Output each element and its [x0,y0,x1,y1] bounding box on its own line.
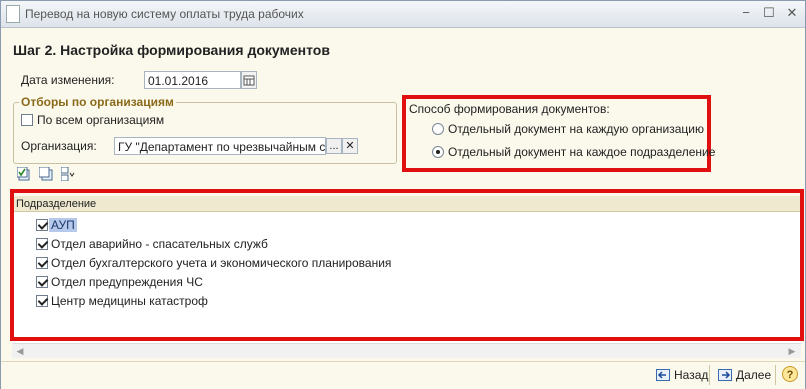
org-clear-button[interactable]: ✕ [342,138,358,154]
footer-separator [709,365,710,385]
change-date-input[interactable]: 01.01.2016 [144,71,241,89]
maximize-button[interactable]: ☐ [761,5,777,21]
footer-separator [775,365,776,385]
close-button[interactable]: ✕ [784,5,800,21]
radio-per-organization[interactable] [432,123,444,135]
radio-per-organization-label: Отдельный документ на каждую организацию [448,122,704,136]
org-select-button[interactable]: ... [326,138,342,154]
invert-check-icon[interactable] [61,167,75,181]
doc-method-title: Способ формирования документов: [409,102,610,116]
dialog-window: Перевод на новую систему оплаты труда ра… [0,0,806,389]
radio-per-department-label: Отдельный документ на каждое подразделен… [448,145,716,159]
document-icon [6,5,20,23]
scroll-left-icon[interactable]: ◀ [14,345,26,357]
uncheck-all-icon[interactable] [39,167,53,181]
calendar-icon [243,75,255,86]
step-title: Шаг 2. Настройка формирования документов [13,42,330,58]
back-button[interactable]: Назад [656,366,708,384]
next-arrow-icon [718,369,732,381]
scroll-right-icon[interactable]: ▶ [786,345,798,357]
next-button[interactable]: Далее [718,366,771,384]
list-highlight [10,189,804,341]
horizontal-scrollbar[interactable]: ◀ ▶ [12,343,801,358]
title-bar: Перевод на новую систему оплаты труда ра… [1,1,805,28]
check-all-icon[interactable] [17,167,31,181]
minimize-button[interactable]: − [738,5,754,21]
change-date-label: Дата изменения: [21,73,115,87]
org-label: Организация: [21,139,97,153]
all-orgs-label: По всем организациям [37,113,165,127]
back-arrow-icon [656,369,670,381]
window-title: Перевод на новую систему оплаты труда ра… [25,7,304,21]
calendar-button[interactable] [241,71,257,89]
all-orgs-checkbox[interactable] [21,114,33,126]
radio-per-department[interactable] [432,146,444,158]
back-button-label: Назад [674,368,709,382]
next-button-label: Далее [736,368,772,382]
org-input[interactable]: ГУ "Департамент по чрезвычайным ситу [114,137,326,155]
org-filter-title: Отборы по организациям [19,95,176,109]
help-icon[interactable]: ? [782,366,798,382]
